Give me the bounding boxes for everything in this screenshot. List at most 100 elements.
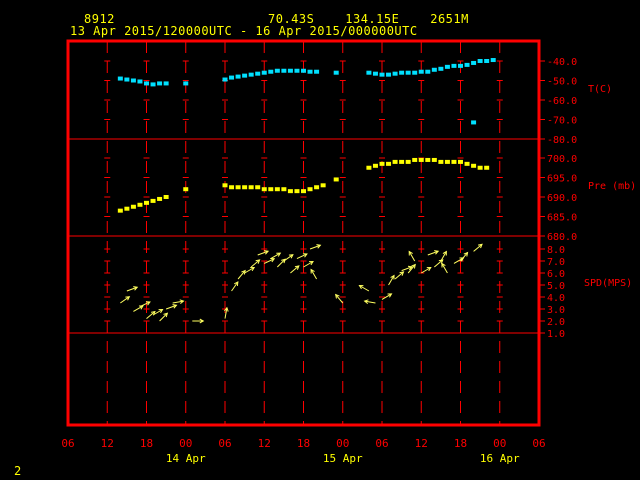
temperature-point	[464, 62, 470, 67]
y-tick-label: 695.0	[547, 174, 577, 185]
temperature-point	[163, 81, 169, 86]
x-tick-label: 18	[454, 437, 467, 450]
pressure-point	[274, 187, 280, 192]
pressure-point	[418, 157, 424, 162]
temperature-point	[392, 71, 398, 76]
pressure-point	[477, 165, 483, 170]
temperature-point	[130, 78, 136, 83]
pressure-point	[366, 165, 372, 170]
pressure-point	[222, 183, 228, 188]
temperature-point	[183, 81, 189, 86]
pressure-point	[235, 185, 241, 190]
pressure-point	[372, 163, 378, 168]
pressure-point	[431, 157, 437, 162]
temperature-point	[124, 77, 130, 82]
pressure-point	[425, 157, 431, 162]
temperature-point	[444, 64, 450, 69]
pressure-point	[255, 185, 261, 190]
pressure-point	[144, 200, 149, 205]
y-tick-label: 4.0	[547, 293, 565, 304]
y-tick-label: 2.0	[547, 317, 565, 328]
pressure-point	[471, 163, 477, 168]
temperature-point	[307, 69, 313, 74]
y-tick-label: 700.0	[547, 154, 577, 165]
temperature-point	[242, 73, 248, 78]
pressure-point	[386, 161, 392, 166]
temperature-point	[144, 81, 149, 86]
x-tick-label: 18	[140, 437, 153, 450]
temperature-point	[418, 69, 424, 74]
y-tick-label: 1.0	[547, 329, 565, 340]
temperature-point	[484, 59, 490, 63]
date-label: 15 Apr	[323, 452, 363, 465]
pressure-point	[124, 206, 130, 211]
pressure-point	[451, 159, 457, 164]
x-tick-label: 12	[101, 437, 114, 450]
temperature-point	[379, 72, 385, 77]
temperature-point	[412, 70, 418, 75]
x-tick-label: 06	[532, 437, 545, 450]
temperature-point	[386, 72, 392, 77]
pressure-point	[130, 204, 136, 209]
pressure-point	[150, 198, 156, 203]
pressure-point	[294, 189, 300, 194]
pressure-point	[320, 183, 326, 188]
temperature-point	[261, 70, 267, 75]
temperature-point	[150, 82, 156, 87]
temperature-point	[268, 69, 274, 74]
temperature-point	[255, 71, 261, 76]
y-tick-label: -40.0	[547, 57, 577, 68]
pressure-point	[268, 187, 274, 192]
x-tick-label: 12	[258, 437, 271, 450]
pressure-point	[438, 159, 444, 164]
pressure-point	[399, 159, 405, 164]
pressure-axis-label: Pre (mb)	[588, 181, 636, 192]
y-tick-label: -50.0	[547, 77, 577, 88]
temperature-point	[372, 71, 378, 76]
pressure-point	[392, 159, 398, 164]
temperature-point	[229, 75, 235, 80]
pressure-point	[137, 202, 143, 207]
pressure-point	[229, 185, 235, 190]
pressure-point	[458, 159, 463, 164]
y-tick-label: 5.0	[547, 281, 565, 292]
pressure-point	[464, 161, 470, 166]
pressure-point	[379, 161, 385, 166]
x-tick-label: 00	[179, 437, 192, 450]
pressure-point	[301, 189, 306, 194]
temperature-point	[471, 120, 477, 125]
y-tick-label: 7.0	[547, 257, 565, 268]
pressure-point	[405, 159, 411, 164]
y-tick-label: 6.0	[547, 269, 565, 280]
temperature-point	[399, 70, 405, 75]
temperature-point	[333, 70, 339, 75]
pressure-point	[157, 196, 163, 201]
temperature-point	[458, 63, 463, 68]
temperature-point	[117, 76, 123, 81]
temperature-point	[366, 70, 372, 75]
temperature-point	[451, 63, 457, 68]
pressure-point	[248, 185, 254, 190]
meteogram-chart: -40.0 -50.0 -60.0 -70.0 -80.0 700.0 695.0 690.0…	[61, 39, 636, 465]
temperature-axis-label: T(C)	[588, 84, 612, 95]
temperature-point	[281, 68, 287, 73]
wind-axis-label: SPD(MPS)	[584, 278, 632, 289]
y-tick-label: -80.0	[547, 135, 577, 146]
pressure-point	[484, 165, 490, 170]
pressure-point	[163, 195, 169, 199]
temperature-point	[438, 66, 444, 71]
x-tick-label: 06	[61, 437, 74, 450]
temperature-point	[314, 69, 320, 74]
y-tick-label: 685.0	[547, 213, 577, 224]
temperature-point	[137, 79, 143, 84]
pressure-point	[314, 185, 320, 190]
temperature-point	[222, 77, 228, 82]
temperature-point	[287, 68, 293, 73]
x-tick-label: 06	[218, 437, 231, 450]
temperature-point	[274, 68, 280, 73]
y-tick-label: -70.0	[547, 116, 577, 127]
temperature-point	[490, 58, 496, 63]
x-tick-label: 18	[297, 437, 310, 450]
pressure-point	[242, 185, 248, 190]
temperature-point	[477, 59, 483, 63]
